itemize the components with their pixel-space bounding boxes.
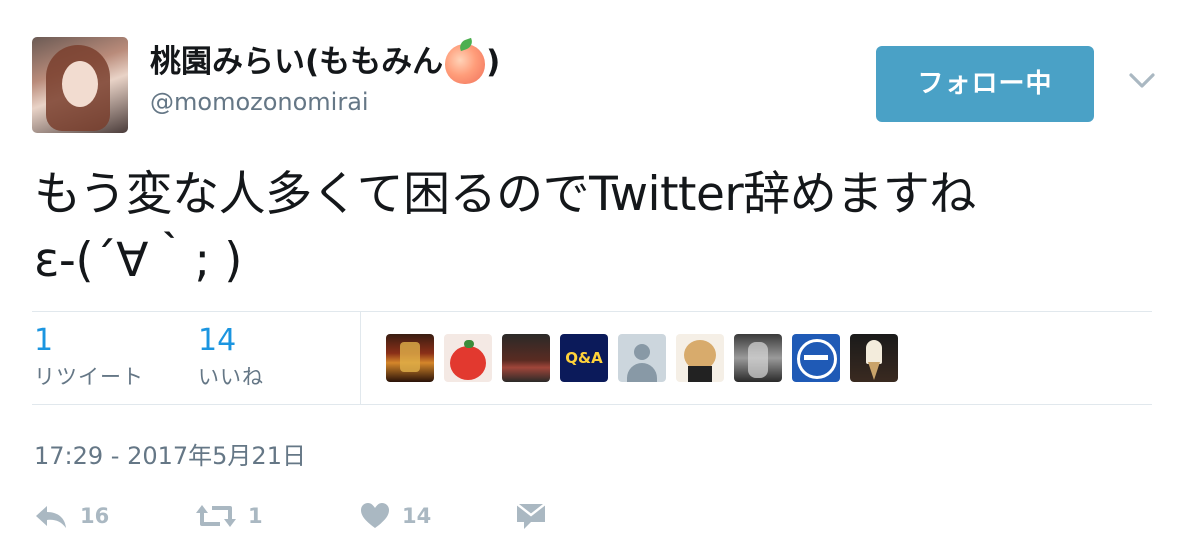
stats-divider <box>360 312 361 404</box>
chevron-down-icon[interactable] <box>1128 68 1156 92</box>
divider <box>32 404 1152 405</box>
retweet-action-count: 1 <box>248 504 263 528</box>
default-avatar-icon[interactable] <box>618 334 666 382</box>
like-button[interactable]: 14 <box>360 500 431 532</box>
liker-avatar[interactable]: Q&A <box>560 334 608 382</box>
envelope-icon <box>516 503 546 529</box>
reply-button[interactable]: 16 <box>34 500 109 532</box>
like-action-count: 14 <box>402 504 432 528</box>
retweet-icon <box>196 505 236 527</box>
timestamp[interactable]: 17:29 - 2017年5月21日 <box>34 436 306 471</box>
retweet-stat[interactable]: 1 リツイート <box>34 324 144 392</box>
tweet-text-line-2: ε-(´∀｀; ) <box>34 233 242 288</box>
avatar[interactable] <box>32 37 128 133</box>
like-stat[interactable]: 14 いいね <box>198 324 264 392</box>
liker-avatar[interactable] <box>850 334 898 382</box>
liker-avatar[interactable] <box>734 334 782 382</box>
retweet-button[interactable]: 1 <box>196 500 263 532</box>
tweet-text-line-1: もう変な人多くて困るのでTwitter辞めますね <box>34 167 976 222</box>
retweet-count: 1 <box>34 323 54 358</box>
peach-emoji-icon <box>445 44 486 84</box>
q-and-a-text: Q&A <box>565 349 603 367</box>
like-label: いいね <box>198 365 264 389</box>
like-count: 14 <box>198 323 237 358</box>
user-handle[interactable]: @momozonomirai <box>150 88 369 116</box>
liker-avatar[interactable] <box>676 334 724 382</box>
following-button[interactable]: フォロー中 <box>876 46 1094 122</box>
direct-message-button[interactable] <box>516 500 546 532</box>
display-name[interactable]: 桃園みらい(ももみん ) <box>150 40 500 84</box>
liker-avatar[interactable] <box>386 334 434 382</box>
liker-avatar[interactable] <box>502 334 550 382</box>
reply-icon <box>36 506 66 528</box>
liker-avatar[interactable] <box>444 334 492 382</box>
divider <box>32 311 1152 312</box>
liker-avatar[interactable] <box>792 334 840 382</box>
display-name-text: 桃園みらい(ももみん <box>150 44 444 80</box>
reply-count: 16 <box>80 504 110 528</box>
heart-icon <box>361 503 389 528</box>
tweet-text: もう変な人多くて困るのでTwitter辞めますね ε-(´∀｀; ) <box>34 162 1154 294</box>
liker-avatars: Q&A <box>386 334 898 382</box>
display-name-close: ) <box>486 44 501 80</box>
retweet-label: リツイート <box>34 365 144 389</box>
